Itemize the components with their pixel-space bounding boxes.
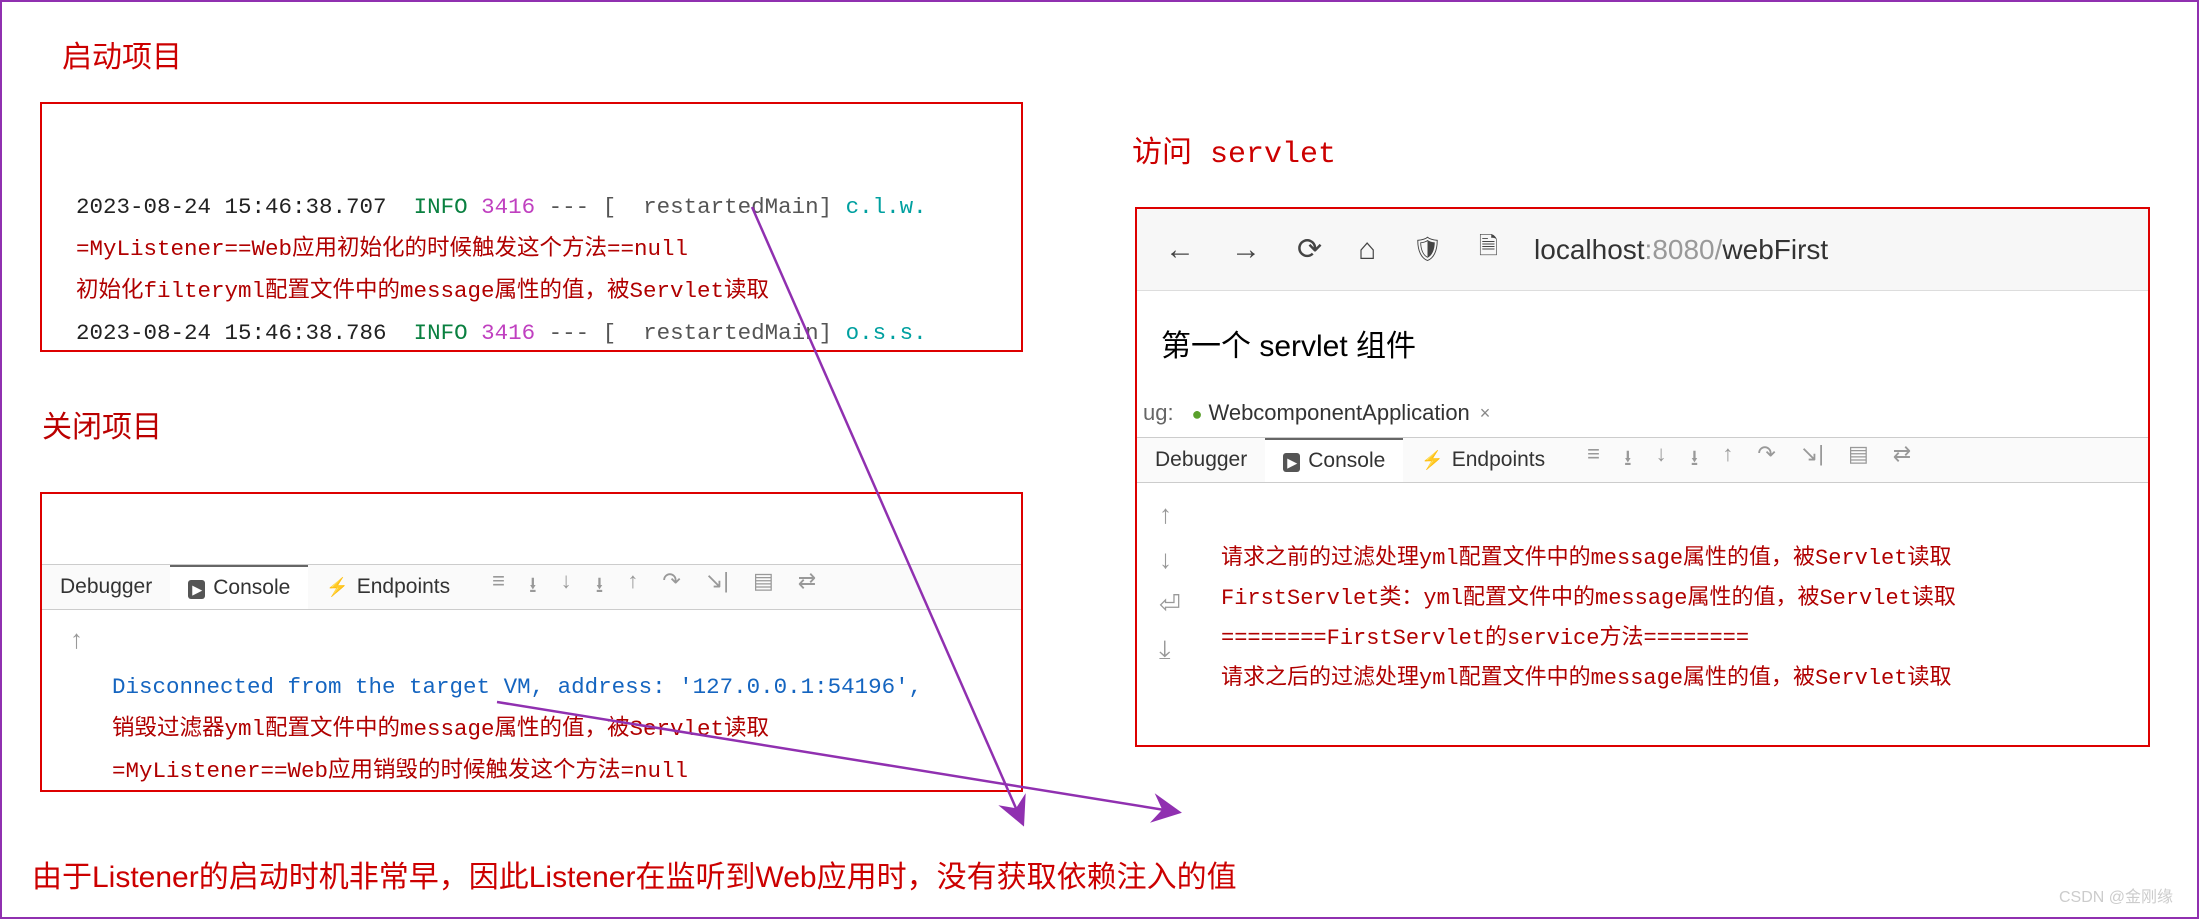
tool-icon[interactable]: ≡: [1587, 441, 1600, 479]
log-thread: --- [ restartedMain]: [535, 194, 846, 220]
tab-endpoints[interactable]: Endpoints: [1403, 438, 1563, 482]
title-visit-servlet: 访问 servlet: [1132, 127, 1336, 172]
tool-icon[interactable]: ↓: [1656, 441, 1667, 479]
console-gutter-close: ↑: [70, 624, 83, 655]
debug-run-header: ug: WebcomponentApplication ×: [1137, 389, 2148, 437]
tool-icon[interactable]: ↓: [561, 568, 572, 606]
debug-header-prefix: ug:: [1143, 400, 1174, 426]
console-toolbar: ≡ ⭳ ↓ ⭳ ↑ ↷ ↘| ▤ ⇄: [492, 568, 816, 606]
log-filter-init: 初始化filteryml配置文件中的message属性的值，被Servlet读取: [76, 278, 769, 304]
tool-icon[interactable]: ⇄: [798, 568, 816, 606]
log-level-info: INFO: [400, 194, 481, 220]
tool-icon[interactable]: ↑: [1722, 441, 1733, 479]
close-tab-icon[interactable]: ×: [1480, 403, 1491, 424]
log-post-filter: 请求之后的过滤处理yml配置文件中的message属性的值，被Servlet读取: [1221, 666, 1951, 691]
tool-icon[interactable]: ▤: [1848, 441, 1869, 479]
tool-icon[interactable]: ⇄: [1893, 441, 1911, 479]
console-toolbar: ≡ ⭳ ↓ ⭳ ↑ ↷ ↘| ▤ ⇄: [1587, 441, 1911, 479]
tab-debugger[interactable]: Debugger: [1137, 438, 1265, 482]
app-name: WebcomponentApplication: [1208, 400, 1469, 426]
step-up-icon[interactable]: ↑: [1159, 499, 1181, 530]
log-service-method: ========FirstServlet的service方法========: [1221, 626, 1749, 651]
tool-icon[interactable]: ⭳: [1624, 441, 1632, 479]
log-listener-init: =MyListener==Web应用初始化的时候触发这个方法==null: [76, 236, 688, 262]
url-bar[interactable]: localhost:8080/webFirst: [1534, 234, 1828, 266]
endpoints-icon: [1421, 448, 1443, 472]
tool-icon[interactable]: ≡: [492, 568, 505, 606]
step-down-icon[interactable]: ↓: [1159, 544, 1181, 575]
home-icon[interactable]: ⌂: [1358, 233, 1376, 267]
title-start-project: 启动项目: [62, 32, 182, 76]
back-icon[interactable]: ←: [1165, 233, 1195, 267]
tab-console[interactable]: Console: [1265, 438, 1403, 482]
app-run-icon: [1192, 400, 1209, 426]
visit-log-content: 请求之前的过滤处理yml配置文件中的message属性的值，被Servlet读取…: [1221, 499, 1956, 739]
tab-debugger[interactable]: Debugger: [42, 565, 170, 609]
log-class: o.s.s.: [846, 320, 927, 346]
debugger-tabs-close: Debugger Console Endpoints ≡ ⭳ ↓ ⭳ ↑ ↷ ↘…: [42, 564, 1021, 610]
panel-visit-servlet: ← → ⟳ ⌂ 🛡 🗎 localhost:8080/webFirst 第一个 …: [1135, 207, 2150, 747]
page-title: 第一个 servlet 组件: [1161, 321, 1416, 365]
start-log-content: 2023-08-24 15:46:38.707 INFO 3416 --- [ …: [76, 144, 987, 396]
panel-start-log: 2023-08-24 15:46:38.707 INFO 3416 --- [ …: [40, 102, 1023, 352]
log-disconnect: Disconnected from the target VM, address…: [112, 674, 922, 700]
log-filter-destroy: 销毁过滤器yml配置文件中的message属性的值，被Servlet读取: [112, 716, 769, 742]
log-servlet-class: FirstServlet类：yml配置文件中的message属性的值，被Serv…: [1221, 586, 1956, 611]
tool-icon[interactable]: ⭳: [529, 568, 537, 606]
tool-icon[interactable]: ↑: [627, 568, 638, 606]
log-pid: 3416: [481, 320, 535, 346]
log-pre-filter: 请求之前的过滤处理yml配置文件中的message属性的值，被Servlet读取: [1221, 546, 1951, 571]
debugger-tabs-visit: Debugger Console Endpoints ≡ ⭳ ↓ ⭳ ↑ ↷ ↘…: [1137, 437, 2148, 483]
console-icon: [1283, 449, 1300, 473]
watermark: CSDN @金刚缘: [2059, 883, 2173, 907]
log-level-info: INFO: [400, 320, 481, 346]
refresh-icon[interactable]: ⟳: [1297, 232, 1322, 267]
tool-icon[interactable]: ⭳: [596, 568, 604, 606]
wrap-icon[interactable]: ⏎: [1159, 589, 1181, 620]
tab-endpoints[interactable]: Endpoints: [308, 565, 468, 609]
title-close-project: 关闭项目: [42, 402, 162, 446]
log-timestamp: 2023-08-24 15:46:38.707: [76, 194, 400, 220]
scroll-end-icon[interactable]: ⤓: [1159, 634, 1181, 666]
footnote-explanation: 由于Listener的启动时机非常早，因此Listener在监听到Web应用时，…: [32, 852, 1237, 896]
tool-icon[interactable]: ↷: [662, 568, 680, 606]
log-listener-destroy: =MyListener==Web应用销毁的时候触发这个方法=null: [112, 758, 688, 784]
endpoints-icon: [326, 575, 348, 599]
tool-icon[interactable]: ↘|: [1800, 441, 1824, 479]
step-up-icon[interactable]: ↑: [70, 624, 83, 655]
tool-icon[interactable]: ↷: [1757, 441, 1775, 479]
log-pid: 3416: [481, 194, 535, 220]
tool-icon[interactable]: ⭳: [1691, 441, 1699, 479]
page-icon: 🗎: [1479, 229, 1498, 270]
shield-icon[interactable]: 🛡: [1412, 235, 1442, 264]
log-timestamp: 2023-08-24 15:46:38.786: [76, 320, 400, 346]
panel-close-log: Debugger Console Endpoints ≡ ⭳ ↓ ⭳ ↑ ↷ ↘…: [40, 492, 1023, 792]
console-icon: [188, 576, 205, 600]
close-log-content: Disconnected from the target VM, address…: [112, 624, 922, 834]
tab-console[interactable]: Console: [170, 565, 308, 609]
console-gutter-visit: ↑ ↓ ⏎ ⤓: [1159, 499, 1181, 666]
tool-icon[interactable]: ↘|: [705, 568, 729, 606]
diagram-root: 启动项目 关闭项目 访问 servlet 2023-08-24 15:46:38…: [0, 0, 2199, 919]
log-class: c.l.w.: [846, 194, 927, 220]
browser-toolbar: ← → ⟳ ⌂ 🛡 🗎 localhost:8080/webFirst: [1137, 209, 2148, 291]
forward-icon[interactable]: →: [1231, 233, 1261, 267]
log-thread: --- [ restartedMain]: [535, 320, 846, 346]
tool-icon[interactable]: ▤: [753, 568, 774, 606]
